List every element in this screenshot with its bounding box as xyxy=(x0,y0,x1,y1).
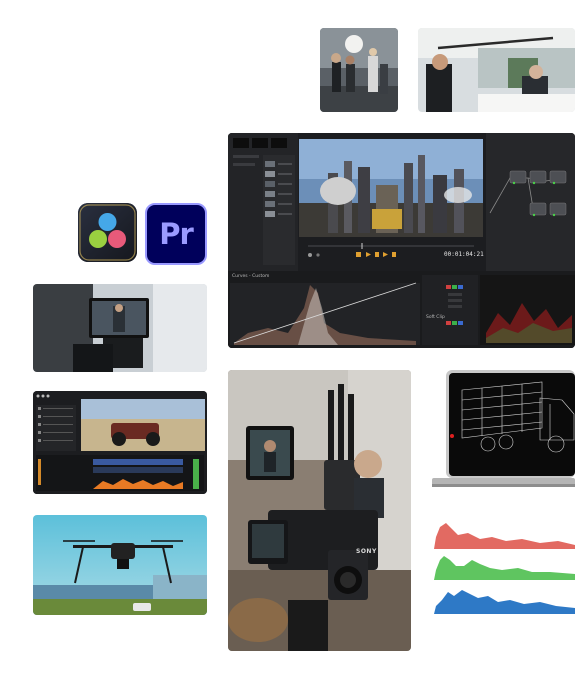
premiere-pro-label: Pr xyxy=(159,217,194,251)
drone-photo xyxy=(33,515,207,615)
camera-rig-photo: SONY xyxy=(228,370,411,651)
davinci-resolve-icon xyxy=(78,203,137,262)
davinci-resolve-screenshot: 00:01:04:21 Curves - Custom Soft Clip xyxy=(228,133,575,348)
histogram-blue xyxy=(432,584,575,614)
boom-mic-interview-photo xyxy=(418,28,575,112)
soft-clip-label: Soft Clip xyxy=(426,315,445,320)
camera-monitor-photo xyxy=(33,284,207,372)
office-team-photo xyxy=(320,28,398,112)
histogram-green xyxy=(432,550,575,580)
sony-logo: SONY xyxy=(356,548,377,555)
histogram-red xyxy=(432,515,575,549)
curves-panel-label: Curves - Custom xyxy=(232,274,270,279)
laptop-wireframe-truck xyxy=(432,370,575,494)
timecode-display: 00:01:04:21 xyxy=(444,251,484,258)
premiere-pro-icon: Pr xyxy=(145,203,207,265)
editing-app-screenshot xyxy=(33,391,207,494)
